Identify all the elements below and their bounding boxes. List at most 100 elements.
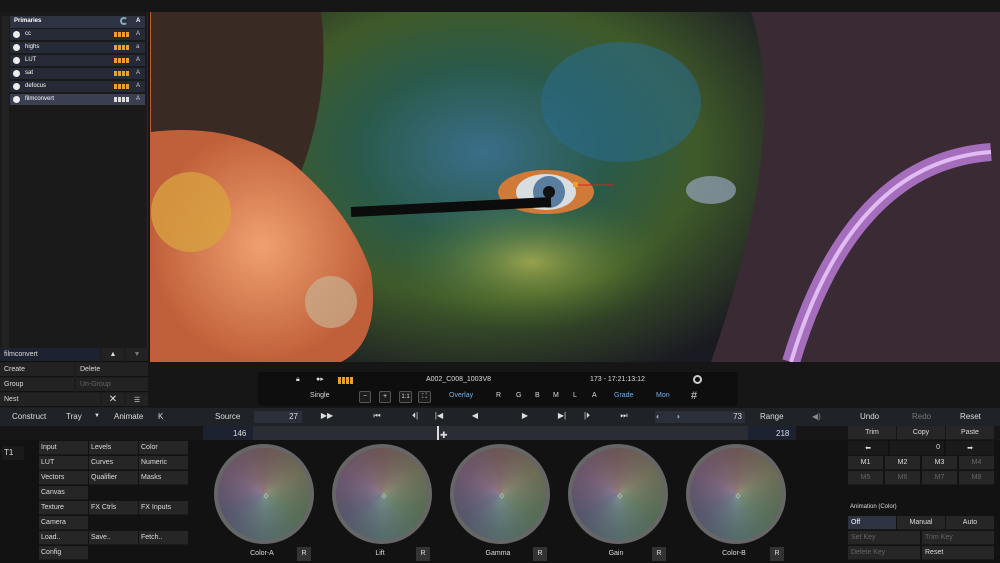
- step-forward-key-icon[interactable]: |⏵: [580, 411, 594, 423]
- layer-enable-dot[interactable]: [13, 96, 20, 103]
- reset-gain-button[interactable]: R: [652, 547, 666, 561]
- reset-gamma-button[interactable]: R: [533, 547, 547, 561]
- animation-manual-button[interactable]: Manual: [897, 516, 945, 530]
- channel-m[interactable]: M: [553, 392, 559, 399]
- menu-qualifier[interactable]: Qualifier: [89, 471, 138, 485]
- grade-button[interactable]: Grade: [614, 392, 633, 399]
- layer-enable-dot[interactable]: [13, 57, 20, 64]
- next-frame-icon[interactable]: ▶|: [555, 411, 569, 423]
- mark-in-icon[interactable]: ◖: [655, 412, 660, 421]
- redo-button[interactable]: Redo: [912, 412, 931, 421]
- tray-dropdown-icon[interactable]: ▼: [94, 413, 100, 419]
- menu-numeric[interactable]: Numeric: [139, 456, 188, 470]
- menu-load[interactable]: Load..: [39, 531, 88, 545]
- layer-item-highs[interactable]: highs a: [10, 42, 145, 53]
- prev-frame-icon[interactable]: |◀: [432, 411, 446, 423]
- image-viewer[interactable]: [150, 12, 1000, 362]
- menu-curves[interactable]: Curves: [89, 456, 138, 470]
- channel-g[interactable]: G: [516, 392, 521, 399]
- menu-camera[interactable]: Camera: [39, 516, 88, 530]
- memory-m3[interactable]: M3: [922, 456, 957, 470]
- trim-key-button[interactable]: Trim Key: [922, 531, 994, 545]
- mon-button[interactable]: Mon: [656, 392, 670, 399]
- layer-enable-dot[interactable]: [13, 83, 20, 90]
- move-down-button[interactable]: ▼: [126, 348, 148, 362]
- grid-icon[interactable]: #: [691, 390, 697, 402]
- reset-color-a-button[interactable]: R: [297, 547, 311, 561]
- lock-icon[interactable]: 🔒︎: [296, 376, 300, 384]
- refresh-icon[interactable]: [693, 375, 702, 384]
- play-icon[interactable]: ▶: [518, 411, 532, 423]
- layer-item-lut[interactable]: LUT A: [10, 55, 145, 66]
- reset-color-b-button[interactable]: R: [770, 547, 784, 561]
- animation-off-button[interactable]: Off: [848, 516, 896, 530]
- layer-enable-dot[interactable]: [13, 70, 20, 77]
- channel-b[interactable]: B: [535, 392, 540, 399]
- color-wheel-lift[interactable]: [332, 444, 432, 544]
- memory-m4[interactable]: M4: [959, 456, 994, 470]
- menu-config[interactable]: Config: [39, 546, 88, 560]
- trim-button[interactable]: Trim: [848, 426, 896, 440]
- memory-m6[interactable]: M6: [885, 471, 920, 485]
- menu-texture[interactable]: Texture: [39, 501, 88, 515]
- menu-levels[interactable]: Levels: [89, 441, 138, 455]
- menu-color[interactable]: Color: [139, 441, 188, 455]
- memory-m1[interactable]: M1: [848, 456, 883, 470]
- menu-input[interactable]: Input: [39, 441, 88, 455]
- record-icon[interactable]: ●▸: [316, 375, 324, 383]
- reset-lift-button[interactable]: R: [416, 547, 430, 561]
- zoom-out-icon[interactable]: −: [359, 391, 371, 403]
- animation-reset-button[interactable]: Reset: [922, 546, 994, 560]
- tab-t1[interactable]: T1: [2, 446, 24, 460]
- move-up-button[interactable]: ▲: [102, 348, 124, 362]
- close-icon[interactable]: ✕: [102, 393, 124, 407]
- menu-masks[interactable]: Masks: [139, 471, 188, 485]
- play-reverse-icon[interactable]: ◀: [468, 411, 482, 423]
- delete-button[interactable]: Delete: [76, 363, 148, 377]
- menu-canvas[interactable]: Canvas: [39, 486, 88, 500]
- channel-a[interactable]: A: [592, 392, 597, 399]
- color-wheel-color-b[interactable]: [686, 444, 786, 544]
- color-wheel-color-a[interactable]: [214, 444, 314, 544]
- fit-1to1-button[interactable]: 1:1: [399, 391, 412, 403]
- channel-l[interactable]: L: [573, 392, 577, 399]
- nest-button[interactable]: Nest: [0, 393, 100, 407]
- mark-out-icon[interactable]: ◗: [676, 412, 681, 421]
- zoom-in-icon[interactable]: +: [379, 391, 391, 403]
- ungroup-button[interactable]: Un-Group: [76, 378, 148, 392]
- fit-screen-icon[interactable]: ⛶: [418, 391, 431, 403]
- playhead[interactable]: [437, 426, 439, 440]
- memory-m8[interactable]: M8: [959, 471, 994, 485]
- source-frame[interactable]: 27: [254, 411, 302, 423]
- memory-m5[interactable]: M5: [848, 471, 883, 485]
- color-wheel-gamma[interactable]: [450, 444, 550, 544]
- animation-auto-button[interactable]: Auto: [946, 516, 994, 530]
- layer-item-defocus[interactable]: defocus A: [10, 81, 145, 92]
- menu-lut[interactable]: LUT: [39, 456, 88, 470]
- step-back-key-icon[interactable]: ⏴|: [408, 411, 422, 423]
- end-frame-field[interactable]: ◖ ◗ 73: [655, 411, 745, 423]
- set-key-button[interactable]: Set Key: [848, 531, 920, 545]
- memory-m2[interactable]: M2: [885, 456, 920, 470]
- fast-forward-icon[interactable]: ▶▶: [320, 411, 334, 423]
- speaker-icon[interactable]: ◀): [812, 412, 821, 421]
- playhead-handle-icon[interactable]: ✚: [440, 430, 448, 440]
- copy-button[interactable]: Copy: [897, 426, 945, 440]
- menu-vectors[interactable]: Vectors: [39, 471, 88, 485]
- layer-enable-dot[interactable]: [13, 31, 20, 38]
- tray-button[interactable]: Tray: [66, 412, 82, 421]
- reset-button[interactable]: Reset: [960, 412, 981, 421]
- menu-fetch[interactable]: Fetch..: [139, 531, 188, 545]
- layer-group-header[interactable]: Primaries A: [10, 16, 145, 28]
- create-button[interactable]: Create: [0, 363, 74, 377]
- layer-item-filmconvert[interactable]: filmconvert A: [10, 94, 145, 105]
- bars-icon[interactable]: [338, 377, 353, 384]
- arrow-left-icon[interactable]: ⬅: [848, 441, 888, 455]
- color-wheel-gain[interactable]: [568, 444, 668, 544]
- channel-r[interactable]: R: [496, 392, 501, 399]
- delete-key-button[interactable]: Delete Key: [848, 546, 920, 560]
- animate-button[interactable]: Animate: [114, 412, 143, 421]
- list-icon[interactable]: ☰: [126, 393, 148, 407]
- single-button[interactable]: Single: [310, 392, 329, 399]
- overlay-button[interactable]: Overlay: [449, 392, 473, 399]
